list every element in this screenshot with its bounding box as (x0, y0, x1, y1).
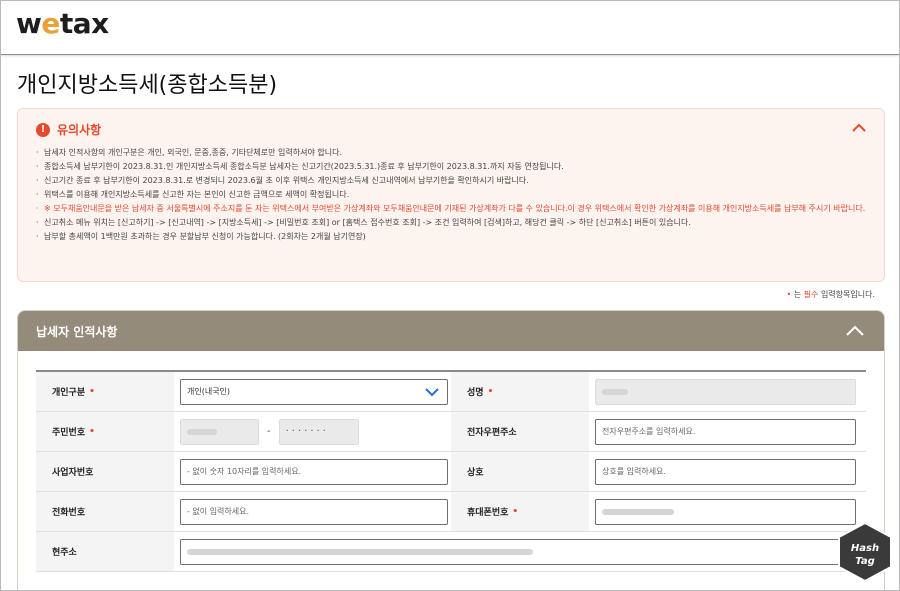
address-field[interactable] (180, 538, 862, 565)
hashtag-watermark-logo: Hash Tag (838, 521, 892, 583)
field-label: 주민번호 • (36, 412, 174, 451)
notice-box: ! 유의사항 납세자 인적사항의 개인구분은 개인, 외국인, 문중,종중, 기… (17, 108, 885, 282)
cell: 전자우편주소를 입력하세요. (589, 412, 866, 451)
name-field (595, 378, 856, 405)
cell: 개인(내국인) (174, 372, 451, 411)
cell (589, 372, 866, 411)
notice-item: 위택스를 이용해 개인지방소득세를 신고한 자는 본인이 신고한 금액으로 세액… (36, 188, 871, 202)
top-header-bar: wetax (1, 1, 899, 55)
exclamation-icon: ! (36, 122, 50, 137)
mobile-phone-field[interactable] (595, 498, 856, 525)
notice-title: 유의사항 (57, 123, 102, 137)
required-fields-note: • 는 필수 입력항목입니다. (786, 290, 875, 299)
field-label: 사업자번호 (36, 452, 174, 491)
taxpayer-info-panel: 납세자 인적사항 개인구분 • 개인(내국인) 성명 • 주민번호 • - ··… (17, 310, 885, 590)
field-label: 상호 (451, 452, 589, 491)
field-label: 휴대폰번호 • (451, 492, 589, 531)
notice-warning-item: ※ 모두채움안내문을 받은 납세자 중 서울특별시에 주소지를 둔 자는 위택스… (36, 202, 871, 216)
field-label: 현주소 (36, 532, 174, 571)
form-row: 전화번호 - 없이 입력하세요. 휴대폰번호 • (36, 492, 866, 532)
cell: - 없이 숫자 10자리를 입력하세요. (174, 452, 451, 491)
text: Tag (855, 556, 875, 567)
rrn-separator: - (267, 426, 271, 437)
rrn-back-field: ······· (278, 418, 359, 445)
cell (589, 492, 866, 531)
form-row: 현주소 (36, 532, 866, 572)
taxpayer-form: 개인구분 • 개인(내국인) 성명 • 주민번호 • - ······· 전자우… (36, 370, 866, 572)
cell (174, 532, 866, 571)
form-row: 주민번호 • - ······· 전자우편주소 전자우편주소를 입력하세요. (36, 412, 866, 452)
taxpayer-type-select[interactable]: 개인(내국인) (180, 378, 448, 405)
field-label: 전화번호 (36, 492, 174, 531)
chevron-up-icon[interactable] (844, 321, 866, 341)
field-label: 개인구분 • (36, 372, 174, 411)
blurred-value (187, 428, 217, 435)
field-label: 성명 • (451, 372, 589, 411)
rrn-front-field (180, 418, 259, 445)
business-number-field[interactable]: - 없이 숫자 10자리를 입력하세요. (180, 458, 448, 485)
chevron-up-icon[interactable] (850, 119, 868, 137)
blurred-value (602, 388, 628, 395)
notice-item: 신고기간 종료 후 납부기한이 2023.8.31.로 변경되니 2023.6월… (36, 174, 871, 188)
notice-item: 납세자 인적사항의 개인구분은 개인, 외국인, 문중,종중, 기타단체로만 입… (36, 146, 871, 160)
field-label: 전자우편주소 (451, 412, 589, 451)
company-name-field[interactable]: 상호를 입력하세요. (595, 458, 856, 485)
cell: - ······· (174, 412, 451, 451)
chevron-down-icon (425, 387, 439, 396)
notice-item: 납부할 총세액이 1백만원 초과하는 경우 분할납부 신청이 가능합니다. (2… (36, 230, 871, 244)
wetax-logo[interactable]: wetax (16, 7, 109, 40)
notice-item: 신고취소 메뉴 위치는 [신고하기] -> [신고내역] -> [지방소득세] … (36, 216, 871, 230)
page-title: 개인지방소득세(종합소득분) (17, 73, 278, 98)
panel-title: 납세자 인적사항 (36, 325, 118, 339)
form-row: 개인구분 • 개인(내국인) 성명 • (36, 372, 866, 412)
notice-header: ! 유의사항 (36, 121, 101, 138)
notice-item: 종합소득세 납부기한이 2023.8.31.인 개인지방소득세 종합소득분 납세… (36, 160, 871, 174)
text: Hash (851, 543, 879, 554)
email-field[interactable]: 전자우편주소를 입력하세요. (595, 418, 856, 445)
cell: 상호를 입력하세요. (589, 452, 866, 491)
form-row: 사업자번호 - 없이 숫자 10자리를 입력하세요. 상호 상호를 입력하세요. (36, 452, 866, 492)
blurred-value (602, 508, 674, 515)
notice-list: 납세자 인적사항의 개인구분은 개인, 외국인, 문중,종중, 기타단체로만 입… (36, 146, 871, 244)
panel-header: 납세자 인적사항 (18, 311, 884, 351)
blurred-value (187, 548, 533, 555)
cell: - 없이 입력하세요. (174, 492, 451, 531)
phone-field[interactable]: - 없이 입력하세요. (180, 498, 448, 525)
browser-viewport: wetax 개인지방소득세(종합소득분) ! 유의사항 납세자 인적사항의 개인… (0, 0, 900, 591)
